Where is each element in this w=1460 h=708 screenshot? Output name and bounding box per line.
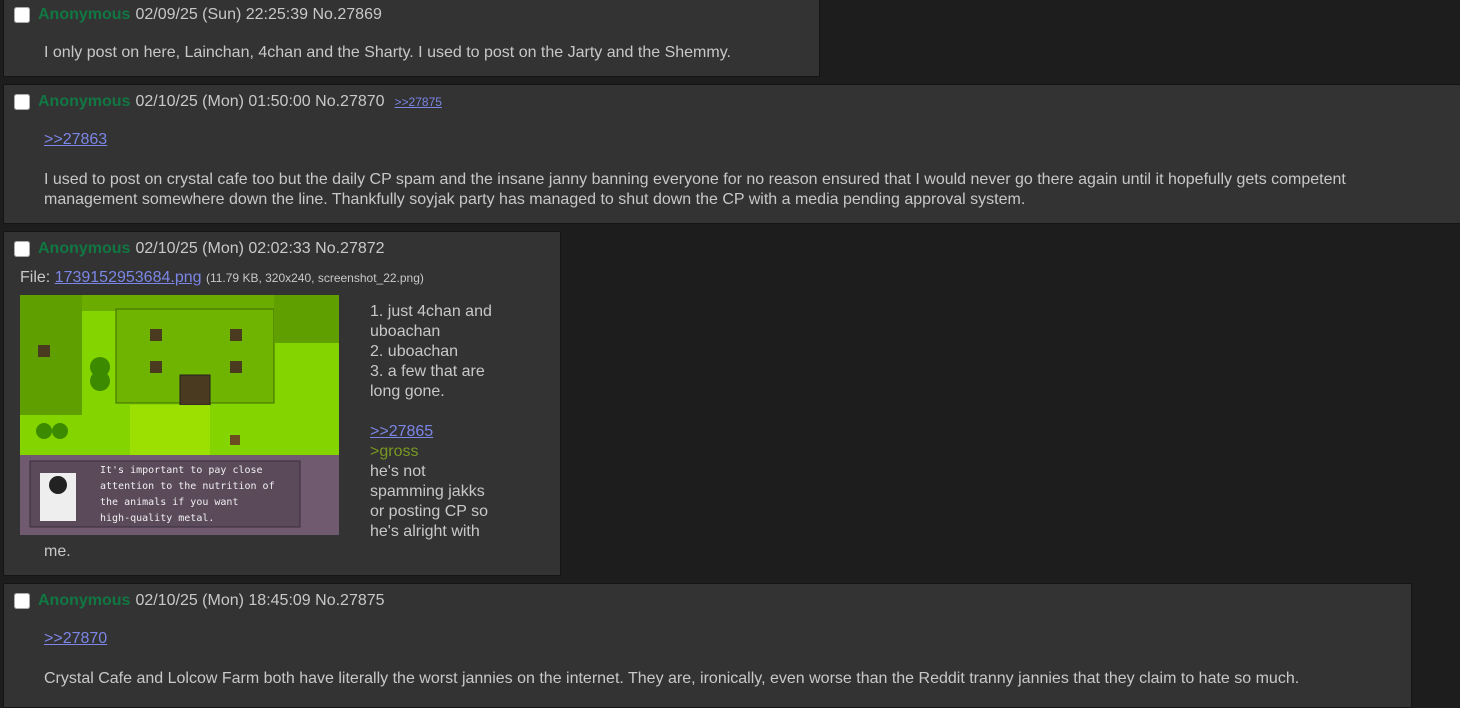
- svg-text:It's important to pay close: It's important to pay close: [100, 465, 263, 476]
- post-27870: Anonymous 02/10/25 (Mon) 01:50:00 No.278…: [3, 84, 1460, 224]
- quote-link[interactable]: >>27863: [44, 131, 107, 148]
- backlink[interactable]: >>27875: [395, 95, 442, 109]
- post-number[interactable]: No.27869: [312, 6, 381, 24]
- post-datetime: 02/09/25 (Sun) 22:25:39: [135, 6, 309, 23]
- post-number[interactable]: No.27872: [315, 240, 384, 258]
- select-checkbox[interactable]: [14, 94, 30, 110]
- post-header: Anonymous 02/09/25 (Sun) 22:25:39 No.278…: [14, 4, 382, 26]
- file-meta: (11.79 KB, 320x240, screenshot_22.png): [205, 271, 424, 285]
- post-body: I only post on here, Lainchan, 4chan and…: [44, 44, 731, 61]
- post-27869: Anonymous 02/09/25 (Sun) 22:25:39 No.278…: [3, 0, 820, 77]
- post-header: Anonymous 02/10/25 (Mon) 18:45:09 No.278…: [14, 590, 385, 612]
- poster-name: Anonymous: [38, 240, 131, 257]
- poster-name: Anonymous: [38, 592, 131, 609]
- quote-link[interactable]: >>27870: [44, 630, 107, 647]
- post-datetime: 02/10/25 (Mon) 18:45:09: [135, 592, 311, 609]
- post-number[interactable]: No.27870: [315, 93, 384, 111]
- post-header: Anonymous 02/10/25 (Mon) 02:02:33 No.278…: [14, 238, 385, 260]
- post-datetime: 02/10/25 (Mon) 01:50:00: [135, 93, 311, 110]
- select-checkbox[interactable]: [14, 241, 30, 257]
- post-header: Anonymous 02/10/25 (Mon) 01:50:00 No.278…: [14, 91, 442, 113]
- post-body: I used to post on crystal cafe too but t…: [44, 171, 1346, 208]
- file-link[interactable]: 1739152953684.png: [55, 269, 202, 286]
- post-body: 1. just 4chan and uboachan 2. uboachan 3…: [370, 302, 510, 542]
- poster-name: Anonymous: [38, 93, 131, 110]
- file-thumbnail[interactable]: It's important to pay close attention to…: [20, 295, 339, 535]
- game-screenshot-image: It's important to pay close attention to…: [20, 295, 339, 535]
- post-datetime: 02/10/25 (Mon) 02:02:33: [135, 240, 311, 257]
- post-body: Crystal Cafe and Lolcow Farm both have l…: [44, 670, 1300, 687]
- svg-text:the animals if you want: the animals if you want: [100, 497, 238, 508]
- post-27872: Anonymous 02/10/25 (Mon) 02:02:33 No.278…: [3, 231, 561, 576]
- svg-text:high-quality metal.: high-quality metal.: [100, 513, 214, 524]
- file-info: File: 1739152953684.png (11.79 KB, 320x2…: [20, 269, 424, 286]
- svg-text:attention to the nutrition of: attention to the nutrition of: [100, 481, 275, 492]
- select-checkbox[interactable]: [14, 593, 30, 609]
- greentext: >gross: [370, 443, 419, 460]
- post-27875: Anonymous 02/10/25 (Mon) 18:45:09 No.278…: [3, 583, 1412, 708]
- post-body-tail: me.: [44, 543, 71, 560]
- poster-name: Anonymous: [38, 6, 131, 23]
- select-checkbox[interactable]: [14, 7, 30, 23]
- quote-link[interactable]: >>27865: [370, 423, 433, 440]
- post-number[interactable]: No.27875: [315, 592, 384, 610]
